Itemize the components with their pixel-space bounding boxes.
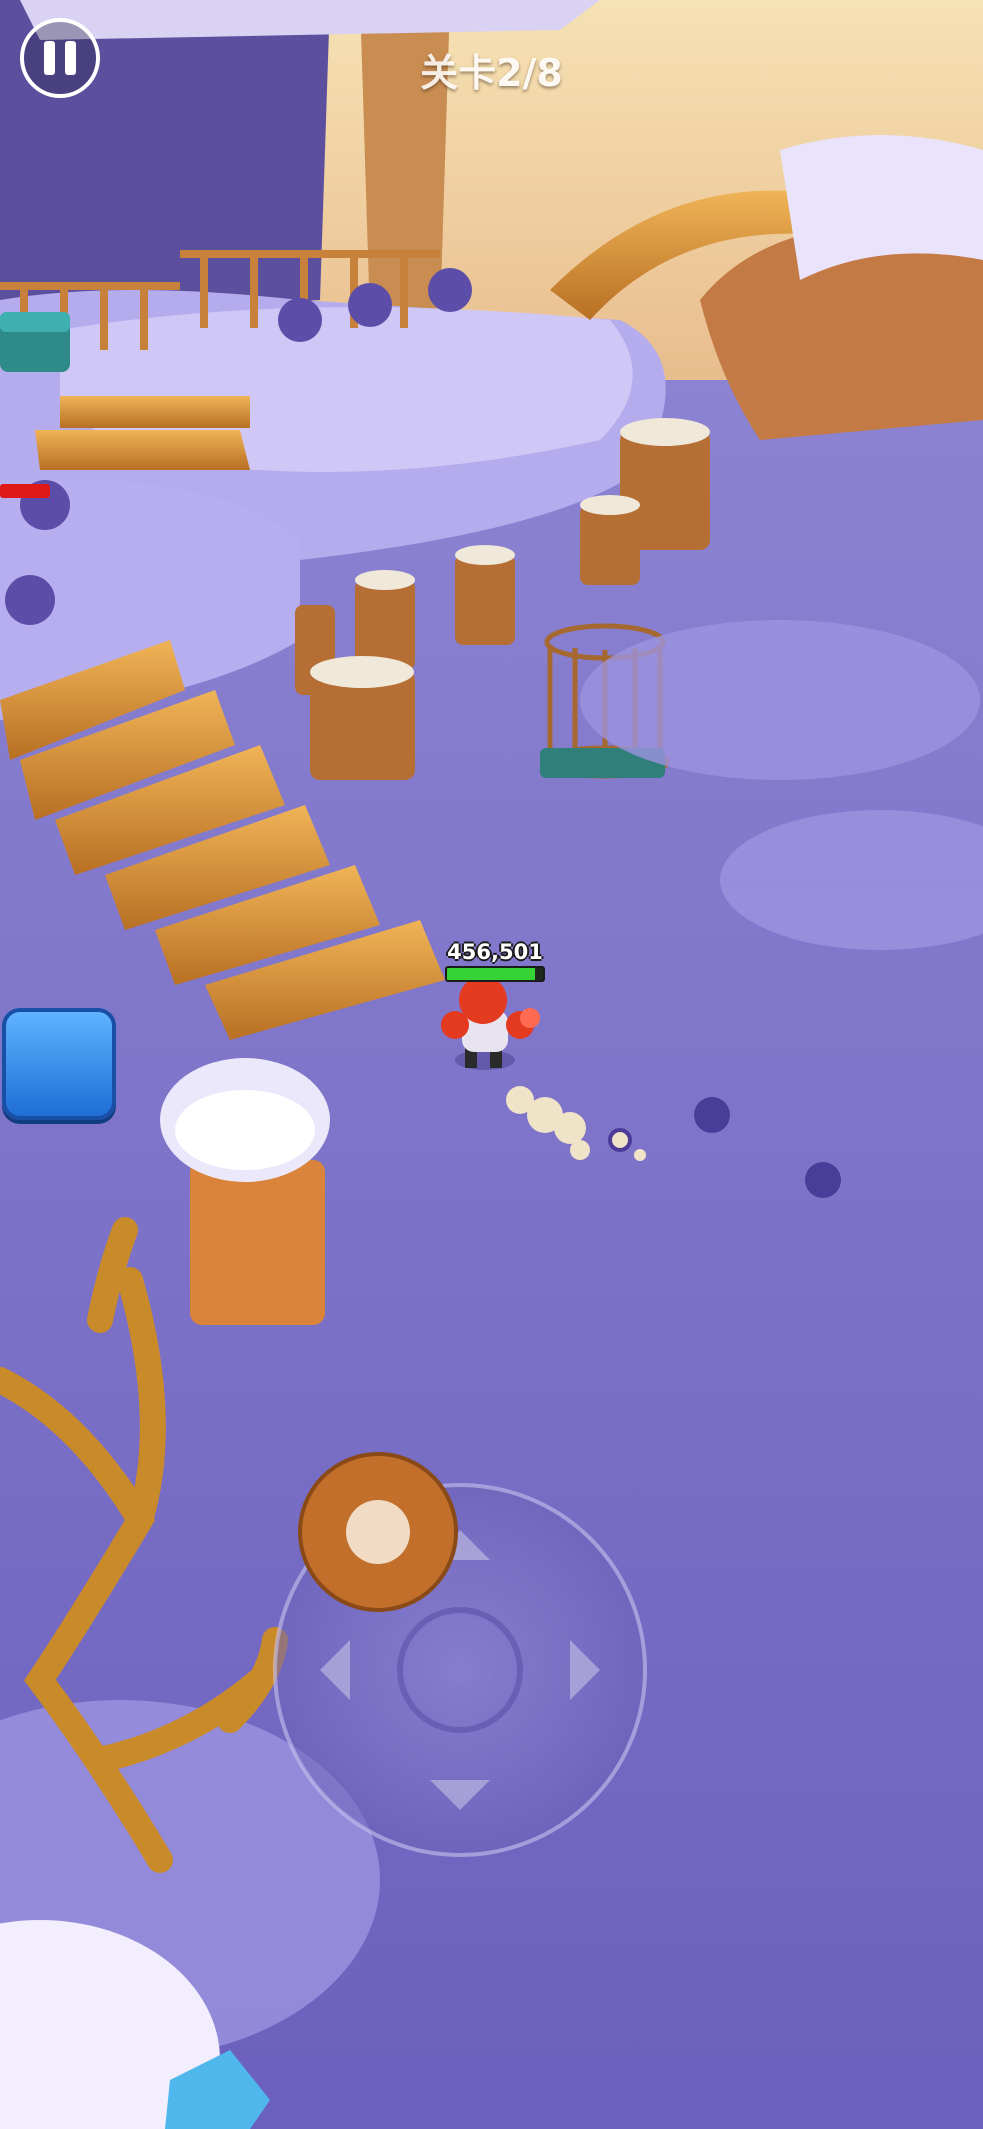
enemy-health-bar — [0, 484, 50, 498]
level-indicator: 关卡2/8 — [420, 51, 563, 95]
treasure-chest — [0, 312, 70, 372]
player-health-bar — [445, 966, 545, 982]
player-hp-value: 456,501 — [447, 940, 543, 964]
upper-stairs — [35, 396, 250, 470]
skill-button[interactable] — [2, 1008, 116, 1120]
game-scene — [0, 0, 983, 2129]
player-health: 456,501 — [440, 940, 550, 982]
player-health-fill — [447, 968, 536, 980]
